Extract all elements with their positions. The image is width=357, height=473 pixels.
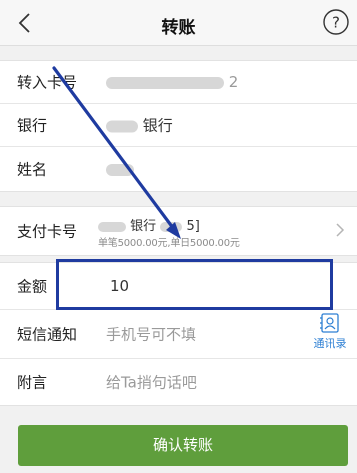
payment-limit-text: 单笔5000.00元,单日5000.00元 [98,238,240,249]
payment-card-label: 支付卡号 [17,222,78,241]
amount-highlight-box [56,259,333,310]
payee-account-row: 转入卡号 2 [0,61,357,104]
contacts-label: 通讯录 [313,337,347,350]
payee-bank-label: 银行 [17,116,48,135]
payee-account-value: 2 [106,73,238,91]
confirm-transfer-button[interactable]: 确认转账 [18,425,348,466]
payment-card-section: 支付卡号 银行 5] 单笔5000.00元,单日5000.00元 [0,206,357,256]
svg-text:?: ? [332,14,340,32]
note-row: 附言 给Ta捎句话吧 [0,359,357,405]
payment-card-value: 银行 5] [98,215,200,234]
payee-section: 转入卡号 2 银行 银行 姓名 [0,60,357,192]
amount-label: 金额 [17,277,48,296]
note-input[interactable]: 给Ta捎句话吧 [106,372,197,393]
payee-account-label: 转入卡号 [17,73,78,92]
masked-text [106,76,224,89]
page-title: 转账 [161,18,196,38]
sms-phone-input[interactable]: 手机号可不填 [106,324,196,345]
masked-text [106,120,138,132]
payee-name-label: 姓名 [17,160,48,179]
payee-bank-row: 银行 银行 [0,104,357,147]
nav-bar: 转账 ? [0,0,357,46]
question-circle-icon: ? [323,9,349,35]
contacts-button[interactable]: 通讯录 [309,312,351,350]
masked-text [160,221,183,232]
note-label: 附言 [17,373,48,392]
payee-name-value [106,160,134,178]
masked-text [106,163,134,176]
chevron-right-icon [336,223,345,237]
payee-bank-value: 银行 [106,115,173,136]
masked-text [98,221,126,232]
contacts-book-icon [320,313,339,333]
help-button[interactable]: ? [321,7,351,37]
sms-label: 短信通知 [17,325,78,344]
payment-card-row[interactable]: 支付卡号 银行 5] 单笔5000.00元,单日5000.00元 [0,207,357,255]
payee-name-row: 姓名 [0,147,357,191]
sms-row: 短信通知 手机号可不填 通讯录 [0,310,357,359]
